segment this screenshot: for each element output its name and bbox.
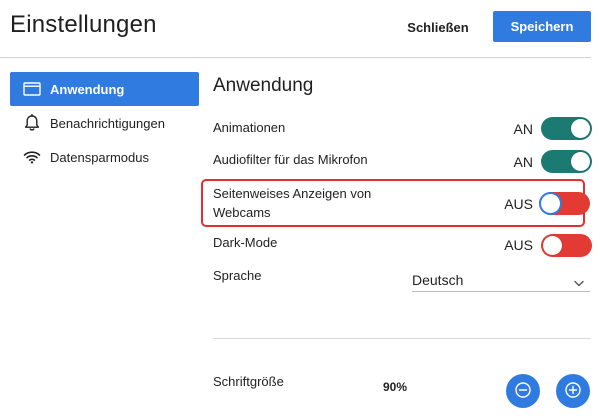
- sidebar-item-benachrichtigungen[interactable]: Benachrichtigungen: [10, 106, 199, 140]
- setting-label-sprache: Sprache: [213, 268, 262, 283]
- toggle-knob: [541, 194, 560, 213]
- sidebar-item-anwendung[interactable]: Anwendung: [10, 72, 199, 106]
- section-divider: [213, 338, 591, 339]
- state-label: AUS: [504, 196, 533, 212]
- audiofilter-toggle[interactable]: [541, 150, 592, 173]
- settings-page: Einstellungen Schließen Speichern Anwend…: [0, 0, 600, 418]
- decrease-font-button[interactable]: [506, 374, 540, 408]
- toggle-knob: [571, 152, 590, 171]
- webcams-toggle[interactable]: [539, 192, 590, 215]
- sidebar-item-datensparmodus[interactable]: Datensparmodus: [10, 140, 199, 174]
- toggle-knob: [543, 236, 562, 255]
- state-label: AN: [513, 121, 533, 137]
- page-title: Einstellungen: [10, 11, 157, 38]
- sidebar-item-label: Anwendung: [50, 81, 125, 97]
- plus-icon: [565, 381, 581, 401]
- font-size-label: Schriftgröße: [213, 374, 284, 389]
- dark-mode-toggle[interactable]: [541, 234, 592, 257]
- setting-label-dark-mode: Dark-Mode: [213, 235, 278, 250]
- increase-font-button[interactable]: [556, 374, 590, 408]
- sidebar-item-label: Datensparmodus: [50, 149, 149, 165]
- toggle-knob: [571, 119, 590, 138]
- section-title: Anwendung: [213, 75, 314, 96]
- font-size-value: 90%: [383, 380, 408, 394]
- state-label: AUS: [504, 237, 533, 253]
- setting-label-webcams: Seitenweises Anzeigen von Webcams: [213, 186, 372, 220]
- state-label: AN: [513, 154, 533, 170]
- bell-icon: [22, 114, 42, 132]
- sidebar: Anwendung Benachrichtigungen Datensparmo…: [10, 72, 199, 174]
- setting-label-animationen: Animationen: [213, 120, 286, 135]
- main-panel: Anwendung Animationen AN Audiofilter für…: [201, 0, 593, 418]
- language-select-value: Deutsch: [412, 272, 464, 288]
- sidebar-item-label: Benachrichtigungen: [50, 115, 165, 131]
- setting-label-audiofilter: Audiofilter für das Mikrofon: [213, 152, 368, 167]
- window-icon: [22, 80, 42, 98]
- minus-icon: [515, 381, 531, 401]
- animationen-toggle[interactable]: [541, 117, 592, 140]
- wifi-icon: [22, 148, 42, 166]
- chevron-down-icon: [574, 274, 584, 292]
- language-select[interactable]: Deutsch: [412, 268, 590, 292]
